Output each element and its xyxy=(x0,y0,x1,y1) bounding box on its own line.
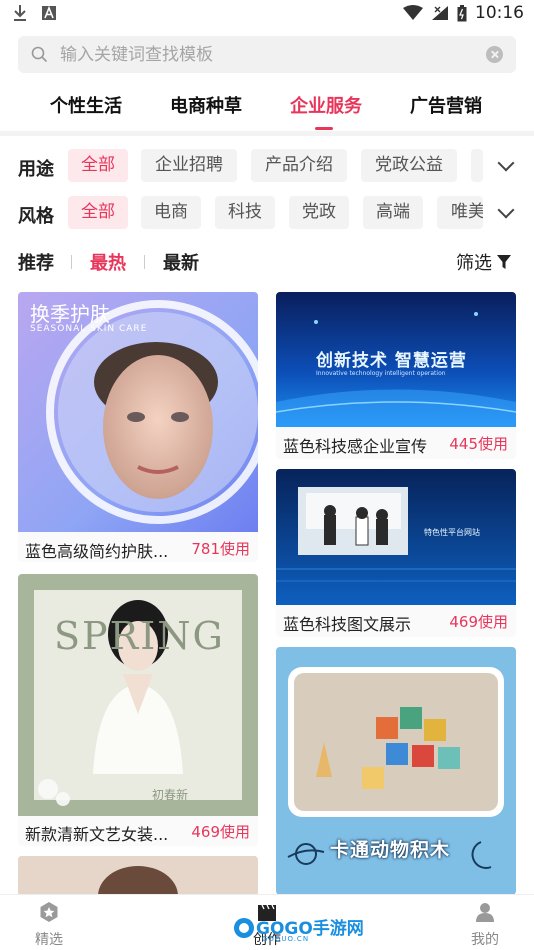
usage-chip-recruiting[interactable]: 企业招聘 xyxy=(141,149,237,182)
active-tab-indicator xyxy=(315,127,333,130)
card-thumbnail: 特色性平台网站 xyxy=(276,469,516,605)
template-card[interactable]: 创新技术 智慧运营 Innovative technology intellig… xyxy=(276,292,516,459)
usage-filter-row: 用途 全部 企业招聘 产品介绍 党政公益 xyxy=(0,149,534,185)
nav-label-mine: 我的 xyxy=(471,932,499,948)
style-chip-tech[interactable]: 科技 xyxy=(215,196,275,229)
card-thumbnail: 创新技术 智慧运营 Innovative technology intellig… xyxy=(276,292,516,427)
sort-recommended[interactable]: 推荐 xyxy=(18,249,54,275)
template-card[interactable]: 换季护肤 SEASONAL SKIN CARE 蓝色高级简约护肤... 781使… xyxy=(18,292,258,562)
style-filter-row: 风格 全部 电商 科技 党政 高端 唯美 xyxy=(0,196,534,232)
usage-chip-public-welfare[interactable]: 党政公益 xyxy=(361,149,457,182)
download-icon xyxy=(14,5,26,21)
template-card[interactable]: SPRING 初春新 新款清新文艺女装... 469使用 xyxy=(18,574,258,846)
style-chip-all[interactable]: 全部 xyxy=(68,196,128,229)
filter-button[interactable]: 筛选 xyxy=(456,249,512,275)
nav-label-featured: 精选 xyxy=(35,932,63,948)
usage-chip-product[interactable]: 产品介绍 xyxy=(251,149,347,182)
tab-ecommerce[interactable]: 电商种草 xyxy=(170,92,242,118)
sort-separator xyxy=(144,255,145,269)
status-time: 10:16 xyxy=(475,3,524,23)
style-filter-label: 风格 xyxy=(18,206,54,227)
card-art-title: 换季护肤 xyxy=(30,302,110,326)
tab-advertising[interactable]: 广告营销 xyxy=(410,92,482,118)
divider xyxy=(0,131,534,136)
card-title: 蓝色科技图文展示 xyxy=(283,615,412,634)
nav-item-mine[interactable]: 我的 xyxy=(450,901,520,949)
accessibility-a-icon xyxy=(42,6,56,20)
card-art-title: 特色性平台网站 xyxy=(424,528,480,537)
watermark-url: GOGUO.CN xyxy=(262,935,310,943)
signal-icon xyxy=(432,6,448,20)
battery-icon xyxy=(457,4,467,21)
search-bar[interactable] xyxy=(18,36,516,73)
card-title: 新款清新文艺女装... xyxy=(25,825,169,844)
sort-row: 推荐 最热 最新 筛选 xyxy=(0,245,534,277)
watermark-logo: GOGO手游网 GOGUO.CN xyxy=(232,906,364,946)
usage-chip-more[interactable] xyxy=(471,149,483,182)
card-thumbnail: 卡通动物积木 xyxy=(276,647,516,895)
card-usage-count: 781使用 xyxy=(191,540,250,558)
style-chip-ecommerce[interactable]: 电商 xyxy=(141,196,201,229)
style-chip-premium[interactable]: 高端 xyxy=(363,196,423,229)
tab-enterprise-service[interactable]: 企业服务 xyxy=(290,92,362,118)
style-chip-party[interactable]: 党政 xyxy=(289,196,349,229)
user-icon xyxy=(476,903,494,922)
chevron-down-icon[interactable] xyxy=(497,154,515,172)
card-usage-count: 469使用 xyxy=(449,613,508,631)
card-thumbnail: SPRING 初春新 xyxy=(18,574,258,816)
template-card[interactable]: 特色性平台网站 蓝色科技图文展示 469使用 xyxy=(276,469,516,637)
wifi-icon xyxy=(403,5,423,20)
sort-newest[interactable]: 最新 xyxy=(163,249,199,275)
card-thumbnail: 换季护肤 SEASONAL SKIN CARE xyxy=(18,292,258,532)
status-bar: 10:16 xyxy=(0,0,534,28)
chevron-down-icon[interactable] xyxy=(497,201,515,219)
card-art-subtitle: 初春新 xyxy=(152,788,189,802)
clear-icon[interactable] xyxy=(486,46,503,63)
card-title: 蓝色科技感企业宣传 xyxy=(283,437,428,456)
search-input[interactable] xyxy=(60,36,480,73)
filter-button-label: 筛选 xyxy=(456,253,492,274)
sort-hottest[interactable]: 最热 xyxy=(90,249,126,275)
card-usage-count: 445使用 xyxy=(449,435,508,453)
funnel-icon xyxy=(497,255,511,269)
card-art-subtitle: Innovative technology intelligent operat… xyxy=(316,370,446,377)
card-art-title: SPRING xyxy=(54,614,225,658)
card-art-subtitle: SEASONAL SKIN CARE xyxy=(30,324,148,334)
style-chip-aesthetic[interactable]: 唯美 xyxy=(437,196,483,229)
usage-filter-label: 用途 xyxy=(18,159,54,180)
card-art-title: 创新技术 智慧运营 xyxy=(316,351,467,371)
sort-separator xyxy=(71,255,72,269)
search-icon xyxy=(31,46,48,63)
tab-personal-life[interactable]: 个性生活 xyxy=(50,92,122,118)
usage-chip-all[interactable]: 全部 xyxy=(68,149,128,182)
template-card[interactable]: 卡通动物积木 xyxy=(276,647,516,895)
card-usage-count: 469使用 xyxy=(191,823,250,841)
category-tabs: 个性生活 电商种草 企业服务 广告营销 xyxy=(0,84,534,130)
card-thumbnail xyxy=(18,856,258,896)
nav-item-featured[interactable]: 精选 xyxy=(14,901,84,949)
card-art-title: 卡通动物积木 xyxy=(330,839,451,861)
star-icon xyxy=(40,902,58,922)
template-card[interactable] xyxy=(18,856,258,896)
card-title: 蓝色高级简约护肤... xyxy=(25,542,169,561)
